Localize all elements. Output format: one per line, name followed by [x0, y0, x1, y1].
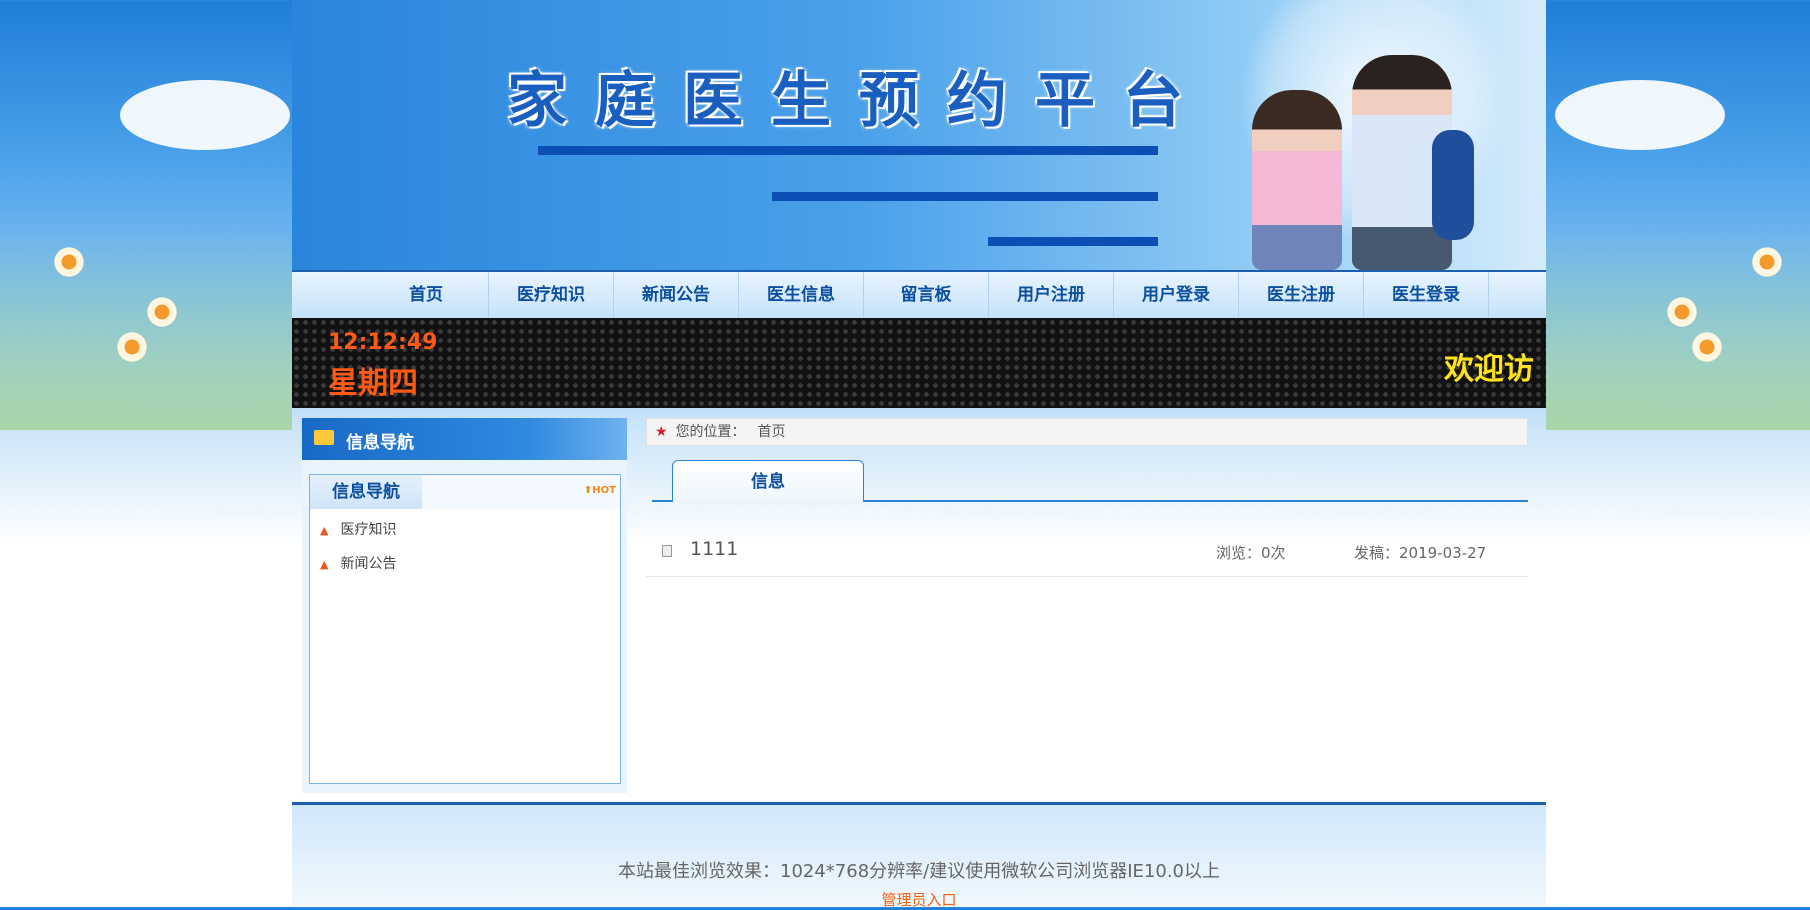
nav-item-medical-knowledge[interactable]: 医疗知识 — [489, 272, 614, 318]
backpack-image — [1432, 130, 1474, 240]
breadcrumb: ★ 您的位置： 首页 — [646, 418, 1528, 446]
sidebar-item-medical-knowledge[interactable]: ▲ 医疗知识 — [320, 519, 396, 539]
arrow-up-icon: ▲ — [320, 558, 329, 571]
hot-badge-icon: ⬆HOT — [583, 485, 616, 496]
sidebar-item-label: 医疗知识 — [340, 522, 397, 538]
star-icon: ★ — [655, 424, 668, 440]
flower-icon — [1690, 330, 1724, 364]
footer-text: 本站最佳浏览效果：1024*768分辨率/建议使用微软公司浏览器IE10.0以上 — [618, 861, 1220, 882]
list-item: 1111 浏览：0次 发稿：2019-03-27 — [646, 528, 1528, 577]
banner-bar-1 — [538, 146, 1158, 155]
nav-item-user-register[interactable]: 用户注册 — [989, 272, 1114, 318]
main-nav: 首页 医疗知识 新闻公告 医生信息 留言板 用户注册 用户登录 医生注册 医生登… — [292, 270, 1546, 318]
flower-icon — [115, 330, 149, 364]
sidebar-item-label: 新闻公告 — [340, 556, 397, 572]
student-girl-image — [1252, 90, 1342, 270]
flower-icon — [145, 295, 179, 329]
nav-item-doctor-info[interactable]: 医生信息 — [739, 272, 864, 318]
arrow-up-icon: ▲ — [320, 524, 329, 537]
right-cloud-decoration — [1555, 80, 1725, 150]
sidebar-item-news[interactable]: ▲ 新闻公告 — [320, 553, 396, 573]
breadcrumb-prefix: 您的位置： — [675, 424, 746, 440]
nav-item-news[interactable]: 新闻公告 — [614, 272, 739, 318]
sidebar-panel: 信息导航 ⬆HOT ▲ 医疗知识 ▲ 新闻公告 — [309, 474, 621, 784]
breadcrumb-home-link[interactable]: 首页 — [758, 424, 786, 440]
list-item-title-link[interactable]: 1111 — [690, 538, 738, 560]
welcome-marquee: 欢迎访 — [1444, 352, 1534, 387]
sidebar: 信息导航 信息导航 ⬆HOT ▲ 医疗知识 ▲ 新闻公告 — [302, 418, 627, 793]
sidebar-header: 信息导航 — [302, 418, 627, 460]
list-item-views: 浏览：0次 — [1216, 544, 1286, 562]
folder-icon — [314, 430, 334, 445]
tab-info[interactable]: 信息 — [672, 460, 864, 502]
nav-item-doctor-register[interactable]: 医生注册 — [1239, 272, 1364, 318]
document-icon — [662, 545, 672, 557]
footer: 本站最佳浏览效果：1024*768分辨率/建议使用微软公司浏览器IE10.0以上… — [292, 802, 1546, 909]
flower-icon — [1665, 295, 1699, 329]
site-title: 家庭医生预约平台 — [507, 66, 1211, 136]
banner-bar-2 — [772, 192, 1158, 201]
list-item-date: 发稿：2019-03-27 — [1354, 544, 1487, 562]
flower-icon — [52, 245, 86, 279]
banner-bar-3 — [988, 237, 1158, 246]
nav-item-user-login[interactable]: 用户登录 — [1114, 272, 1239, 318]
sidebar-header-title: 信息导航 — [346, 433, 414, 453]
page-container: 家庭医生预约平台 首页 医疗知识 新闻公告 医生信息 留言板 用户注册 用户登录… — [292, 0, 1546, 909]
clock-time: 12:12:49 — [328, 330, 438, 355]
header-banner: 家庭医生预约平台 — [292, 0, 1546, 270]
nav-item-message-board[interactable]: 留言板 — [864, 272, 989, 318]
clock-ticker-strip: 12:12:49 星期四 欢迎访 — [292, 318, 1546, 408]
sidebar-tab-label: 信息导航 — [310, 475, 422, 509]
hot-badge-label: HOT — [592, 485, 616, 496]
clock-weekday: 星期四 — [328, 366, 418, 401]
left-grass-decoration — [0, 230, 292, 430]
left-cloud-decoration — [120, 80, 290, 150]
nav-item-doctor-login[interactable]: 医生登录 — [1364, 272, 1489, 318]
nav-item-home[interactable]: 首页 — [364, 272, 489, 318]
flower-icon — [1750, 245, 1784, 279]
